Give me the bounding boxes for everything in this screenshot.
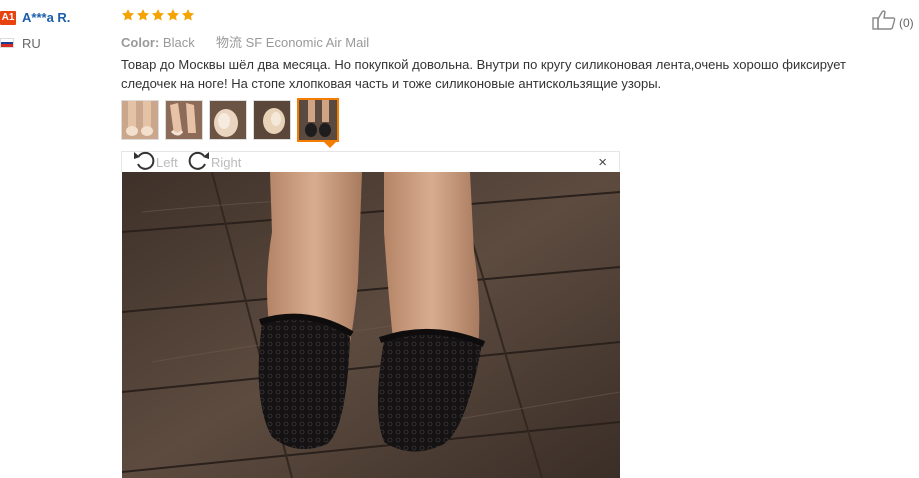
- rating-stars: [121, 8, 195, 22]
- review-photo-thumbnail[interactable]: [209, 100, 247, 140]
- close-viewer-icon[interactable]: ×: [598, 154, 607, 172]
- review-photo-thumbnails: [121, 98, 339, 142]
- order-meta: Color: Black 物流 SF Economic Air Mail: [121, 32, 369, 51]
- photo-viewer-toolbar: Left Right ×: [121, 151, 620, 172]
- reviewer-name[interactable]: A***a R.: [22, 10, 70, 25]
- review-text: Товар до Москвы шёл два месяца. Но покуп…: [121, 57, 846, 91]
- shipping-method: 物流 SF Economic Air Mail: [215, 35, 370, 50]
- thumbs-up-icon: [872, 10, 896, 35]
- review-photo-thumbnail[interactable]: [165, 100, 203, 140]
- review-photo-thumbnail-active[interactable]: [297, 98, 339, 142]
- color-value: Black: [162, 35, 195, 50]
- review-photo-large[interactable]: [122, 172, 620, 478]
- rotate-left-label: Left: [156, 155, 178, 170]
- review-photo-thumbnail[interactable]: [253, 100, 291, 140]
- star-icon: [181, 8, 195, 22]
- helpful-button[interactable]: (0): [872, 10, 914, 35]
- star-icon: [166, 8, 180, 22]
- helpful-count: (0): [899, 15, 914, 30]
- color-label: Color:: [121, 35, 160, 50]
- star-icon: [136, 8, 150, 22]
- rotate-right-button[interactable]: Right: [188, 151, 242, 173]
- rotate-right-label: Right: [211, 155, 242, 170]
- review-photo-thumbnail[interactable]: [121, 100, 159, 140]
- star-icon: [121, 8, 135, 22]
- rotate-left-button[interactable]: Left: [133, 151, 178, 173]
- reviewer-country: RU: [22, 36, 41, 51]
- star-icon: [151, 8, 165, 22]
- active-thumbnail-caret: [324, 142, 336, 148]
- reviewer-level-badge: A1: [0, 11, 16, 25]
- russia-flag-icon: [0, 38, 14, 48]
